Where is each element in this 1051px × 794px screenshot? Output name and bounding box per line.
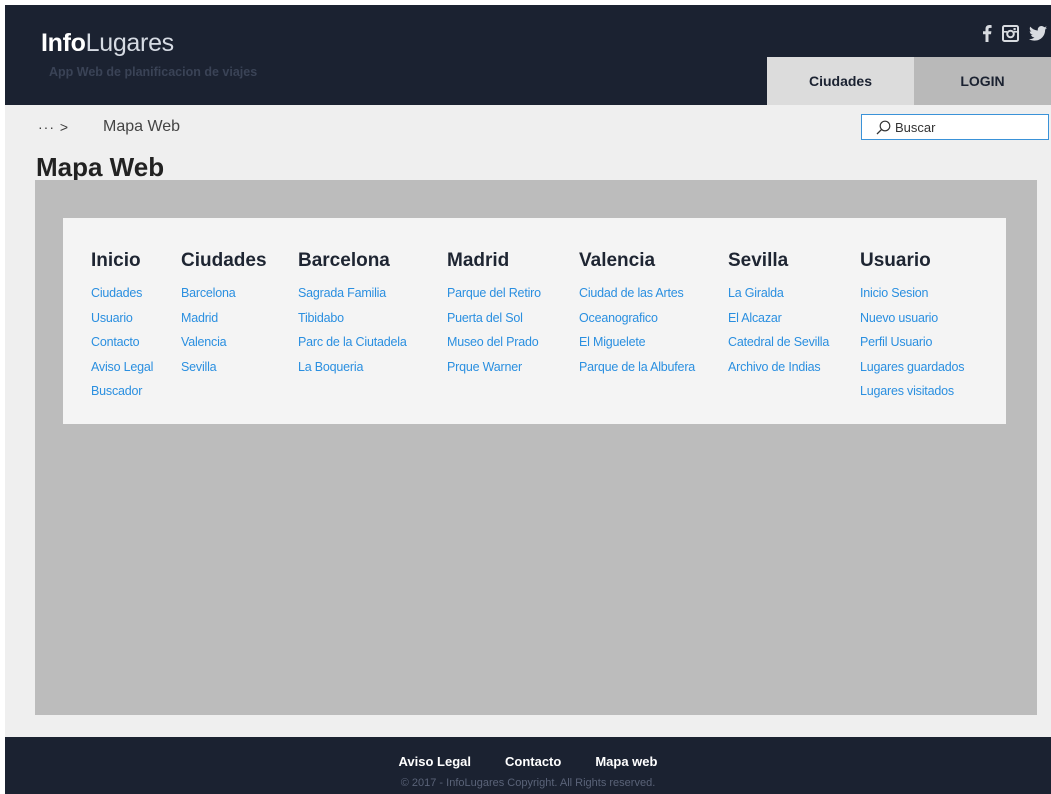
sitemap-link[interactable]: La Giralda xyxy=(728,281,829,306)
content-area: Inicio Ciudades Usuario Contacto Aviso L… xyxy=(35,180,1037,715)
twitter-icon[interactable] xyxy=(1029,26,1047,41)
sitemap-link[interactable]: Parc de la Ciutadela xyxy=(298,330,407,355)
search-input[interactable] xyxy=(895,119,1045,135)
sitemap-column-barcelona: Barcelona Sagrada Familia Tibidabo Parc … xyxy=(298,250,407,379)
sitemap-link[interactable]: Usuario xyxy=(91,306,153,331)
breadcrumb-ellipsis[interactable]: ··· > xyxy=(38,119,69,135)
sitemap-link[interactable]: Madrid xyxy=(181,306,267,331)
facebook-icon[interactable] xyxy=(982,25,992,42)
sitemap-heading: Usuario xyxy=(860,250,931,271)
sitemap-link[interactable]: Ciudades xyxy=(91,281,153,306)
sitemap-panel: Inicio Ciudades Usuario Contacto Aviso L… xyxy=(63,218,1006,424)
copyright: © 2017 - InfoLugares Copyright. All Righ… xyxy=(400,777,656,789)
sitemap-link[interactable]: Lugares guardados xyxy=(860,355,965,380)
sitemap-column-ciudades: Ciudades Barcelona Madrid Valencia Sevil… xyxy=(181,250,267,379)
breadcrumb-current: Mapa Web xyxy=(103,118,181,135)
sitemap-heading: Madrid xyxy=(447,250,510,271)
page-title: Mapa Web xyxy=(36,152,165,182)
sitemap-link[interactable]: Tibidabo xyxy=(298,306,407,331)
sitemap-link[interactable]: El Miguelete xyxy=(579,330,695,355)
sitemap-column-sevilla: Sevilla La Giralda El Alcazar Catedral d… xyxy=(728,250,829,379)
sitemap-heading: Sevilla xyxy=(728,250,789,271)
sitemap-link[interactable]: Parque de la Albufera xyxy=(579,355,695,380)
sitemap-link[interactable]: Oceanografico xyxy=(579,306,695,331)
footer: Aviso Legal Contacto Mapa web © 2017 - I… xyxy=(5,737,1051,794)
brand-light: Lugares xyxy=(85,29,175,57)
footer-link-mapa-web[interactable]: Mapa web xyxy=(595,754,657,769)
header: InfoLugares App Web de planificacion de … xyxy=(5,5,1051,105)
sitemap-heading: Ciudades xyxy=(181,250,267,271)
sitemap-column-inicio: Inicio Ciudades Usuario Contacto Aviso L… xyxy=(91,250,153,404)
sitemap-link[interactable]: Museo del Prado xyxy=(447,330,541,355)
sitemap-heading: Valencia xyxy=(579,250,656,271)
sitemap-link[interactable]: Puerta del Sol xyxy=(447,306,541,331)
page: InfoLugares App Web de planificacion de … xyxy=(5,5,1051,794)
sitemap-link[interactable]: Catedral de Sevilla xyxy=(728,330,829,355)
social-links xyxy=(982,25,1047,42)
sitemap-link[interactable]: Parque del Retiro xyxy=(447,281,541,306)
brand-logo[interactable]: InfoLugares xyxy=(41,29,174,58)
sitemap-heading: Inicio xyxy=(91,250,141,271)
sitemap-link[interactable]: Archivo de Indias xyxy=(728,355,829,380)
sitemap-link[interactable]: Ciudad de las Artes xyxy=(579,281,695,306)
search-box[interactable] xyxy=(861,114,1049,140)
footer-link-contacto[interactable]: Contacto xyxy=(505,754,561,769)
sitemap-link[interactable]: El Alcazar xyxy=(728,306,829,331)
sitemap-link[interactable]: Aviso Legal xyxy=(91,355,153,380)
brand-bold: Info xyxy=(41,29,86,57)
sitemap-link[interactable]: Nuevo usuario xyxy=(860,306,964,331)
nav-login-button[interactable]: LOGIN xyxy=(914,57,1051,105)
sitemap-link[interactable]: Prque Warner xyxy=(447,355,541,380)
sitemap-link[interactable]: Perfil Usuario xyxy=(860,330,964,355)
search-icon xyxy=(876,120,891,134)
sitemap-column-madrid: Madrid Parque del Retiro Puerta del Sol … xyxy=(447,250,541,379)
instagram-icon[interactable] xyxy=(1002,25,1019,42)
sitemap-link[interactable]: Sevilla xyxy=(181,355,267,380)
sitemap-column-usuario: Usuario Inicio Sesion Nuevo usuario Perf… xyxy=(860,250,965,404)
sitemap-link[interactable]: Valencia xyxy=(181,330,267,355)
footer-links: Aviso Legal Contacto Mapa web xyxy=(5,754,1051,769)
sitemap-heading: Barcelona xyxy=(298,250,390,271)
sitemap-link[interactable]: La Boqueria xyxy=(298,355,407,380)
footer-link-aviso-legal[interactable]: Aviso Legal xyxy=(399,754,471,769)
sitemap-link[interactable]: Barcelona xyxy=(181,281,267,306)
sitemap-link[interactable]: Buscador xyxy=(91,379,153,404)
sitemap-link[interactable]: Contacto xyxy=(91,330,153,355)
tagline: App Web de planificacion de viajes xyxy=(49,65,258,79)
sitemap-link[interactable]: Lugares visitados xyxy=(860,379,964,404)
sitemap-link[interactable]: Inicio Sesion xyxy=(860,281,964,306)
nav-ciudades-button[interactable]: Ciudades xyxy=(767,57,914,105)
sitemap-link[interactable]: Sagrada Familia xyxy=(298,281,407,306)
sitemap-column-valencia: Valencia Ciudad de las Artes Oceanografi… xyxy=(579,250,695,379)
